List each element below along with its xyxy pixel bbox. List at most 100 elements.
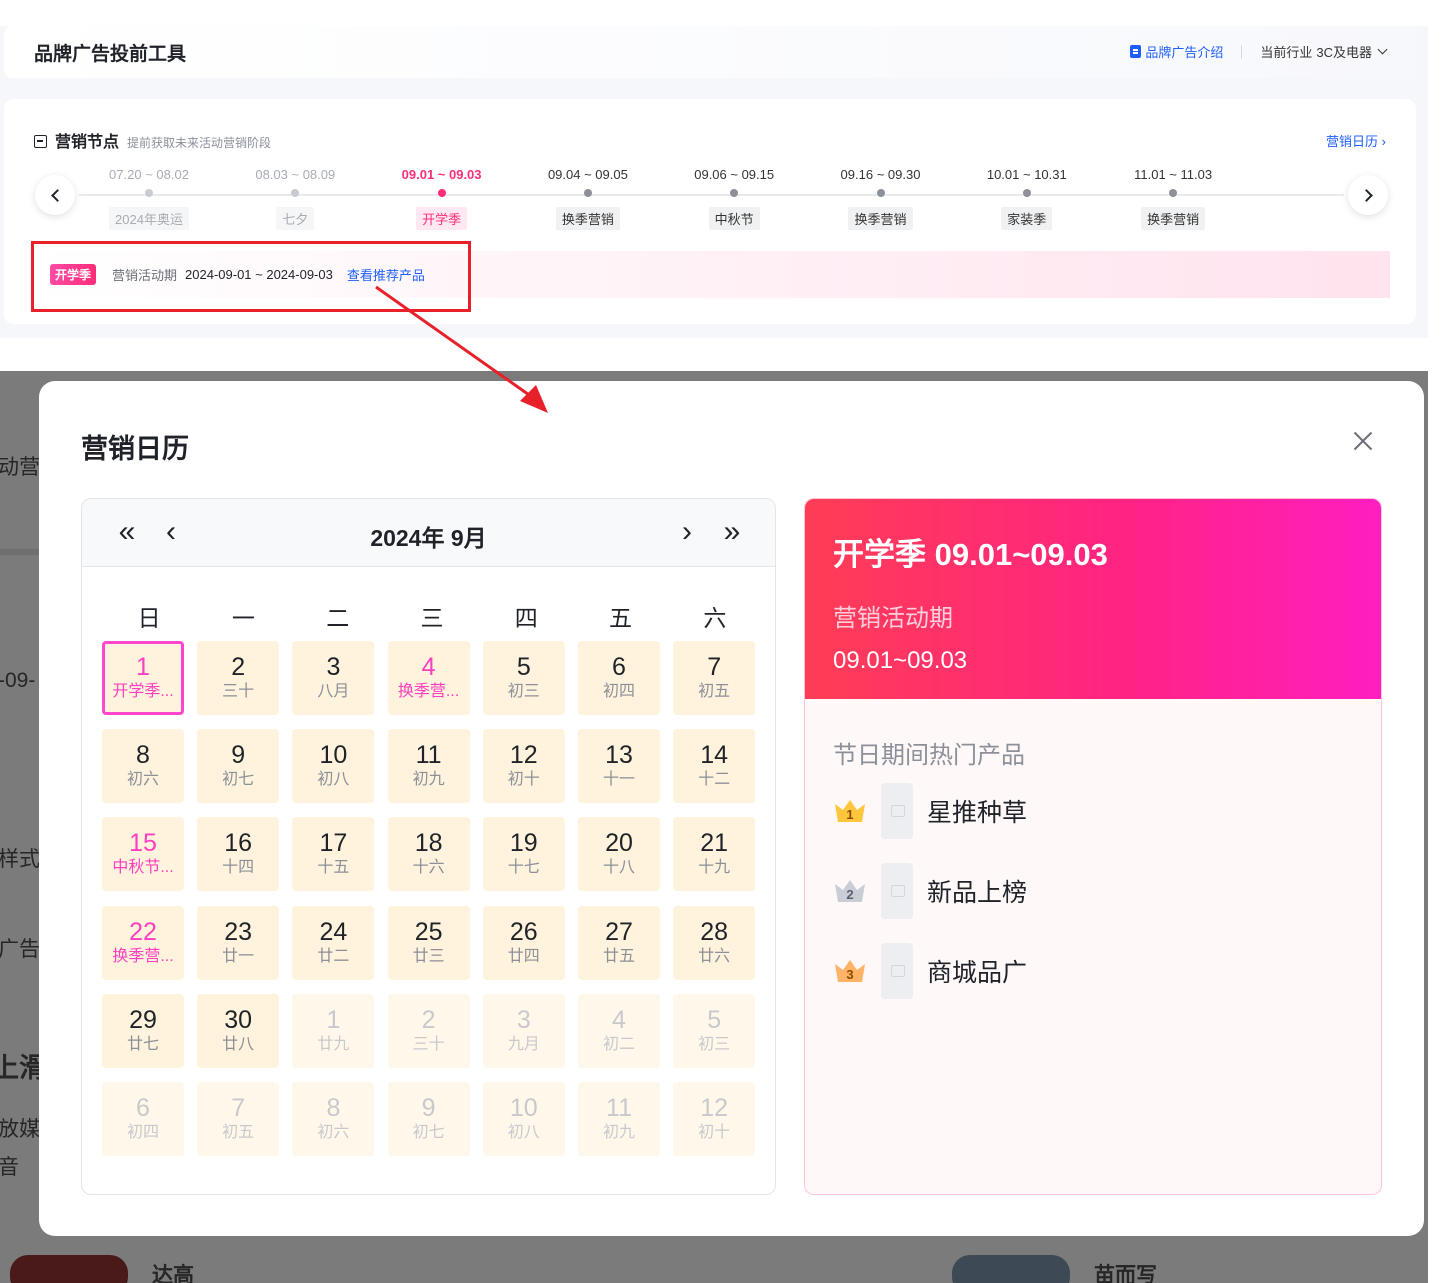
calendar-day[interactable]: 28 廿六 [673,905,756,980]
close-icon[interactable] [1351,429,1375,453]
calendar-day[interactable]: 9 初七 [197,729,280,804]
calendar-day[interactable]: 17 十五 [292,817,375,892]
day-number: 7 [707,653,722,681]
calendar-day[interactable]: 8 初六 [292,1082,375,1156]
calendar-day[interactable]: 12 初十 [673,1082,756,1156]
calendar-day[interactable]: 2 三十 [387,993,470,1068]
calendar-day[interactable]: 11 初九 [578,1082,660,1156]
calendar-day[interactable]: 3 八月 [292,641,375,715]
next-month-button[interactable]: › [672,517,702,547]
timeline-node-dot [291,189,300,197]
timeline-node-tag: 中秋节 [708,207,760,230]
calendar-day[interactable]: 11 初九 [387,729,470,804]
app-header: 品牌广告投前工具 品牌广告介绍 当前行业 3C及电器 [4,26,1416,78]
header-actions: 品牌广告介绍 当前行业 3C及电器 [1130,42,1388,61]
calendar-day[interactable]: 13 十一 [578,729,660,804]
calendar-day[interactable]: 6 初四 [102,1082,184,1156]
day-lunar-label: 廿五 [602,947,635,965]
calendar-day[interactable]: 23 廿一 [197,905,280,980]
calendar-day[interactable]: 19 十七 [482,817,565,892]
day-lunar-label: 换季营... [112,947,174,965]
timeline-node[interactable]: 09.01 ~ 09.03 开学季 [382,167,502,230]
calendar-day[interactable]: 20 十八 [578,817,660,892]
timeline-node[interactable]: 09.06 ~ 09.15 中秋节 [674,167,794,230]
calendar-day[interactable]: 26 廿四 [482,905,565,980]
calendar-day[interactable]: 18 十六 [387,817,470,892]
calendar-day[interactable]: 24 廿二 [292,905,375,980]
calendar-day[interactable]: 25 廿三 [387,905,470,980]
timeline-next-button[interactable] [1348,175,1388,215]
timeline-node[interactable]: 10.01 ~ 10.31 家装季 [967,167,1087,230]
calendar-day[interactable]: 14 十二 [673,729,756,804]
timeline-node[interactable]: 08.03 ~ 08.09 七夕 [235,167,355,230]
day-lunar-label: 三十 [412,1035,445,1053]
calendar-day[interactable]: 4 初二 [578,993,660,1068]
calendar-day[interactable]: 22 换季营... [102,905,184,980]
background-thumbnail [952,1255,1070,1283]
day-lunar-label: 九月 [507,1035,540,1053]
day-lunar-label: 换季营... [397,683,460,700]
calendar-day[interactable]: 12 初十 [482,729,565,804]
day-number: 12 [509,741,538,770]
marketing-nodes-title: 营销节点 [55,134,120,151]
calendar-day[interactable]: 21 十九 [673,817,756,892]
day-number: 5 [516,653,531,681]
hot-product-item[interactable]: 1 星推种草 [833,783,1027,839]
timeline-node-tag: 家装季 [1001,207,1053,230]
marketing-calendar-link[interactable]: 营销日历 › [1326,131,1386,150]
day-number: 12 [700,1094,729,1122]
timeline-node[interactable]: 11.01 ~ 11.03 换季营销 [1113,167,1233,230]
timeline-node[interactable]: 07.20 ~ 08.02 2024年奥运 [89,167,209,230]
day-lunar-label: 十七 [507,859,540,877]
calendar-day[interactable]: 1 廿九 [292,993,375,1068]
calendar-day[interactable]: 10 初八 [292,729,375,804]
calendar-day[interactable]: 7 初五 [673,641,756,715]
arrow-head [520,385,548,413]
background-text: 广告 [0,938,40,961]
background-text: 样式 [0,848,40,871]
calendar-day[interactable]: 5 初三 [482,641,565,715]
hot-product-item[interactable]: 3 商城品广 [833,943,1027,999]
next-year-button[interactable]: » [717,517,747,547]
festival-title: 开学季 09.01~09.03 [833,537,1108,572]
calendar-day[interactable]: 7 初五 [197,1082,280,1156]
timeline-node[interactable]: 09.16 ~ 09.30 换季营销 [821,167,941,230]
day-number: 1 [136,653,150,681]
weekday-label: 三 [420,605,444,631]
background-thumbnail [10,1255,128,1283]
day-lunar-label: 廿二 [317,947,350,965]
calendar-day[interactable]: 2 三十 [197,641,280,715]
calendar-day[interactable]: 5 初三 [673,993,756,1068]
calendar-day[interactable]: 10 初八 [482,1082,565,1156]
calendar-day[interactable]: 3 九月 [482,993,565,1068]
hot-product-item[interactable]: 2 新品上榜 [833,863,1027,919]
calendar-day[interactable]: 15 中秋节... [102,817,184,892]
rank-medal-icon: 1 [833,796,867,826]
calendar-day[interactable]: 29 廿七 [102,993,184,1068]
calendar-day[interactable]: 6 初四 [578,641,660,715]
calendar-day[interactable]: 27 廿五 [578,905,660,980]
timeline-node-dot [583,189,592,197]
brand-ad-intro-link[interactable]: 品牌广告介绍 [1130,42,1223,61]
timeline-node-range: 09.16 ~ 09.30 [840,167,921,182]
festival-detail-header: 开学季 09.01~09.03 营销活动期 09.01~09.03 [805,499,1381,699]
timeline-node-range: 11.01 ~ 11.03 [1134,167,1213,182]
calendar-day[interactable]: 4 换季营... [387,641,470,715]
product-image-placeholder [881,863,913,919]
rank-medal-icon: 3 [833,956,867,986]
brand-ad-intro-label: 品牌广告介绍 [1145,45,1224,60]
calendar-day[interactable]: 9 初七 [387,1082,470,1156]
day-lunar-label: 八月 [317,683,350,700]
calendar-day[interactable]: 30 廿八 [197,993,280,1068]
industry-selector[interactable]: 当前行业 3C及电器 [1260,42,1388,61]
timeline-prev-button[interactable] [35,175,75,215]
weekday-label: 日 [137,605,161,631]
day-number: 25 [414,917,443,946]
day-number: 4 [612,1005,626,1034]
calendar-day[interactable]: 8 初六 [102,729,184,804]
calendar-day-selected[interactable]: 1 开学季... [102,641,184,715]
timeline-node-dot [437,189,446,197]
timeline-node[interactable]: 09.04 ~ 09.05 换季营销 [528,167,648,230]
day-number: 17 [319,829,348,858]
calendar-day[interactable]: 16 十四 [197,817,280,892]
